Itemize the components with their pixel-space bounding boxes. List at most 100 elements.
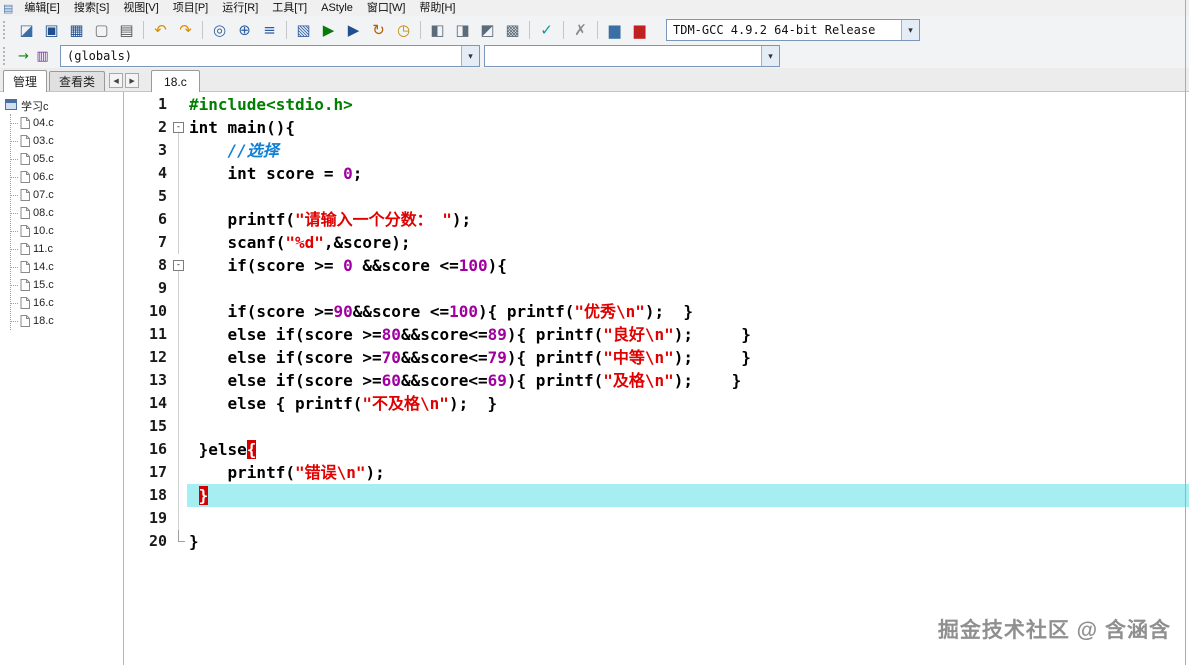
redo-button[interactable]: ↷ (173, 19, 198, 42)
code-line-13[interactable]: 13 else if(score >=60&&score<=69){ print… (125, 369, 1189, 392)
file-item-18.c[interactable]: 18.c (11, 312, 54, 330)
undo-button[interactable]: ↶ (148, 19, 173, 42)
menu-item-4[interactable]: 运行[R] (215, 0, 265, 16)
find-button[interactable]: ◎ (207, 19, 232, 42)
tab-scroll-right-button[interactable]: ▶ (125, 73, 140, 88)
code-line-7[interactable]: 7 scanf("%d",&score); (125, 231, 1189, 254)
code-line-15[interactable]: 15 (125, 415, 1189, 438)
file-item-16.c[interactable]: 16.c (11, 294, 54, 312)
print-button[interactable]: ▤ (114, 19, 139, 42)
file-item-14.c[interactable]: 14.c (11, 258, 54, 276)
compile-button[interactable]: ▧ (291, 19, 316, 42)
line-number[interactable]: 18 (125, 484, 172, 507)
code-line-3[interactable]: 3 //选择 (125, 139, 1189, 162)
code-line-20[interactable]: 20} (125, 530, 1189, 553)
goto-line-button[interactable]: ≡ (257, 19, 282, 42)
close-file-button[interactable]: ▢ (89, 19, 114, 42)
code-text[interactable]: if(score >=90&&score <=100){ printf("优秀\… (187, 300, 1189, 323)
code-text[interactable] (187, 185, 1189, 208)
window-layout-4-button[interactable]: ▩ (500, 19, 525, 42)
menu-item-2[interactable]: 视图[V] (116, 0, 165, 16)
menu-item-6[interactable]: AStyle (314, 0, 360, 16)
class-browser-button[interactable]: ▥ (33, 47, 52, 66)
compiler-select[interactable]: TDM-GCC 4.9.2 64-bit Release ▾ (666, 19, 920, 41)
code-text[interactable]: else if(score >=80&&score<=89){ printf("… (187, 323, 1189, 346)
file-item-07.c[interactable]: 07.c (11, 186, 54, 204)
line-number[interactable]: 16 (125, 438, 172, 461)
sidebar-tab-1[interactable]: 查看类 (49, 71, 106, 91)
code-text[interactable] (187, 507, 1189, 530)
file-item-05.c[interactable]: 05.c (11, 150, 54, 168)
file-item-11.c[interactable]: 11.c (11, 240, 54, 258)
code-line-16[interactable]: 16 }else{ (125, 438, 1189, 461)
code-text[interactable]: } (187, 530, 1189, 553)
fold-toggle-icon[interactable]: - (172, 254, 187, 277)
code-text[interactable]: int score = 0; (187, 162, 1189, 185)
delete-profile-button[interactable]: ▆ (627, 19, 652, 42)
code-line-12[interactable]: 12 else if(score >=70&&score<=79){ print… (125, 346, 1189, 369)
window-layout-2-button[interactable]: ◨ (450, 19, 475, 42)
code-text[interactable]: int main(){ (187, 116, 1189, 139)
line-number[interactable]: 9 (125, 277, 172, 300)
replace-button[interactable]: ⊕ (232, 19, 257, 42)
code-line-17[interactable]: 17 printf("错误\n"); (125, 461, 1189, 484)
line-number[interactable]: 1 (125, 93, 172, 116)
file-item-04.c[interactable]: 04.c (11, 114, 54, 132)
tab-scroll-left-button[interactable]: ◀ (109, 73, 124, 88)
menu-item-0[interactable]: 编辑[E] (17, 0, 66, 16)
line-number[interactable]: 13 (125, 369, 172, 392)
line-number[interactable]: 2 (125, 116, 172, 139)
code-text[interactable]: } (187, 484, 1189, 507)
line-number[interactable]: 19 (125, 507, 172, 530)
menu-item-7[interactable]: 窗口[W] (360, 0, 413, 16)
line-number[interactable]: 15 (125, 415, 172, 438)
project-root-item[interactable]: 学习c (0, 98, 123, 114)
code-text[interactable]: if(score >= 0 &&score <=100){ (187, 254, 1189, 277)
menu-item-5[interactable]: 工具[T] (265, 0, 314, 16)
line-number[interactable]: 3 (125, 139, 172, 162)
collapse-icon[interactable]: - (173, 260, 184, 271)
code-text[interactable]: else if(score >=70&&score<=79){ printf("… (187, 346, 1189, 369)
window-layout-3-button[interactable]: ◩ (475, 19, 500, 42)
rebuild-button[interactable]: ↻ (366, 19, 391, 42)
file-item-03.c[interactable]: 03.c (11, 132, 54, 150)
code-line-1[interactable]: 1 #include<stdio.h> (125, 93, 1189, 116)
line-number[interactable]: 6 (125, 208, 172, 231)
members-select[interactable]: ▾ (484, 45, 780, 67)
code-line-10[interactable]: 10 if(score >=90&&score <=100){ printf("… (125, 300, 1189, 323)
toolbar-grip-2[interactable] (3, 47, 10, 65)
line-number[interactable]: 4 (125, 162, 172, 185)
abort-button[interactable]: ✗ (568, 19, 593, 42)
code-text[interactable]: printf("请输入一个分数： "); (187, 208, 1189, 231)
file-item-10.c[interactable]: 10.c (11, 222, 54, 240)
code-text[interactable] (187, 415, 1189, 438)
save-all-button[interactable]: ▦ (64, 19, 89, 42)
code-text[interactable]: else { printf("不及格\n"); } (187, 392, 1189, 415)
profile-clock-button[interactable]: ◷ (391, 19, 416, 42)
code-text[interactable]: #include<stdio.h> (187, 93, 1189, 116)
file-item-15.c[interactable]: 15.c (11, 276, 54, 294)
code-text[interactable]: }else{ (187, 438, 1189, 461)
run-button[interactable]: ▶ (316, 19, 341, 42)
code-line-2[interactable]: 2- int main(){ (125, 116, 1189, 139)
line-number[interactable]: 14 (125, 392, 172, 415)
menu-item-3[interactable]: 项目[P] (166, 0, 215, 16)
goto-definition-button[interactable]: → (14, 47, 33, 66)
fold-toggle-icon[interactable]: - (172, 116, 187, 139)
line-number[interactable]: 20 (125, 530, 172, 553)
code-text[interactable]: else if(score >=60&&score<=69){ printf("… (187, 369, 1189, 392)
line-number[interactable]: 11 (125, 323, 172, 346)
code-line-14[interactable]: 14 else { printf("不及格\n"); } (125, 392, 1189, 415)
line-number[interactable]: 5 (125, 185, 172, 208)
code-editor[interactable]: 1 #include<stdio.h> 2- int main(){3 //选择 4 i… (125, 93, 1189, 665)
line-number[interactable]: 10 (125, 300, 172, 323)
line-number[interactable]: 8 (125, 254, 172, 277)
line-number[interactable]: 7 (125, 231, 172, 254)
file-item-06.c[interactable]: 06.c (11, 168, 54, 186)
window-layout-1-button[interactable]: ◧ (425, 19, 450, 42)
menu-item-8[interactable]: 帮助[H] (412, 0, 462, 16)
compile-run-button[interactable]: ▶ (341, 19, 366, 42)
profile-chart-button[interactable]: ▆ (602, 19, 627, 42)
code-line-18[interactable]: 18 } (125, 484, 1189, 507)
code-text[interactable] (187, 277, 1189, 300)
